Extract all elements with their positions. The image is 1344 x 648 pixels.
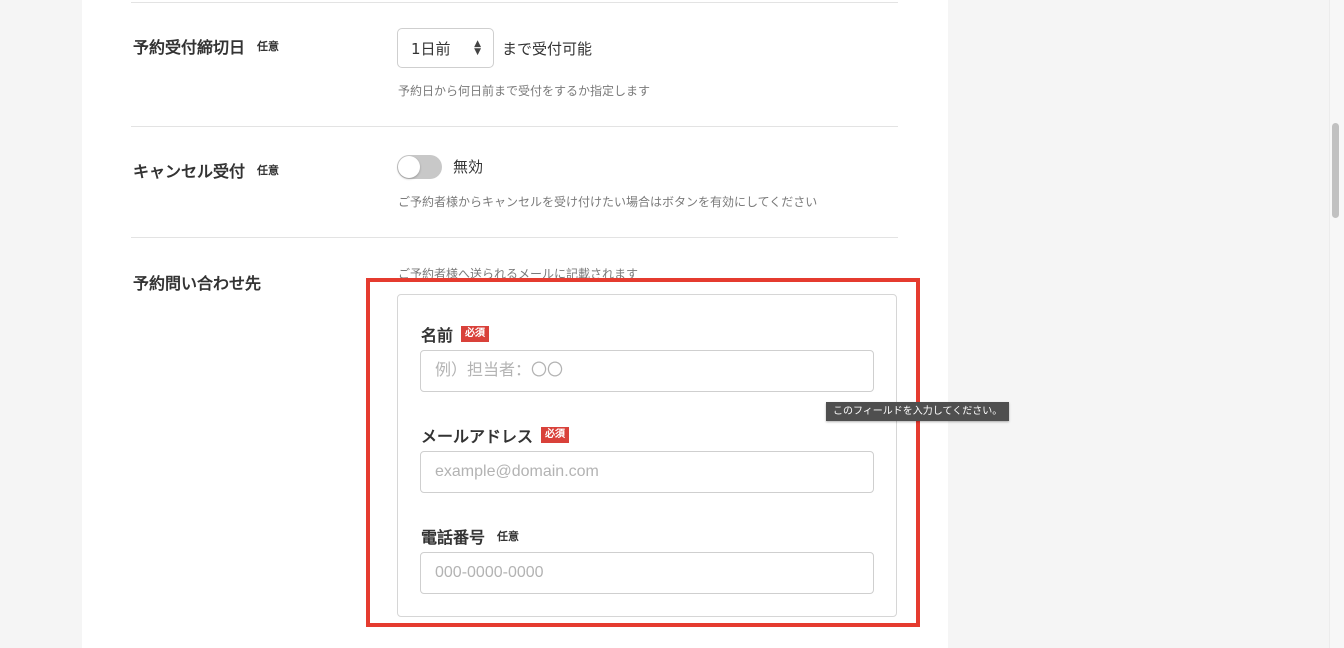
cancel-label-row: キャンセル受付 任意 <box>133 158 279 182</box>
required-badge: 必須 <box>461 326 490 342</box>
email-label-row: メールアドレス 必須 <box>421 423 570 447</box>
cancel-toggle[interactable] <box>397 155 442 179</box>
contact-label-row: 予約問い合わせ先 <box>133 270 261 294</box>
name-input[interactable] <box>420 350 874 392</box>
cancel-label: キャンセル受付 <box>133 162 246 181</box>
deadline-label: 予約受付締切日 <box>133 38 246 57</box>
name-label: 名前 <box>421 326 454 345</box>
scrollbar-track[interactable] <box>1329 0 1344 648</box>
phone-label: 電話番号 <box>421 528 486 547</box>
section-divider <box>131 126 898 127</box>
toggle-knob <box>398 156 420 178</box>
email-input[interactable] <box>420 451 874 493</box>
cancel-toggle-state: 無効 <box>453 158 484 176</box>
validation-tooltip: このフィールドを入力してください。 <box>826 402 1010 421</box>
deadline-suffix: まで受付可能 <box>502 40 593 58</box>
name-label-row: 名前 必須 <box>421 322 490 346</box>
optional-badge: 任意 <box>257 40 280 53</box>
deadline-select-value: 1日前 <box>411 39 451 58</box>
contact-help: ご予約者様へ送られるメールに記載されます <box>398 267 639 281</box>
optional-badge: 任意 <box>497 530 520 543</box>
scrollbar-thumb[interactable] <box>1332 123 1339 218</box>
cancel-help: ご予約者様からキャンセルを受け付けたい場合はボタンを有効にしてください <box>398 195 818 209</box>
contact-label: 予約問い合わせ先 <box>133 274 262 293</box>
email-label: メールアドレス <box>421 427 534 446</box>
section-divider <box>131 2 898 3</box>
deadline-help: 予約日から何日前まで受付をするか指定します <box>398 84 651 98</box>
phone-label-row: 電話番号 任意 <box>421 524 519 548</box>
required-badge: 必須 <box>541 427 570 443</box>
deadline-select[interactable]: 1日前 ▲ ▼ <box>397 28 494 68</box>
optional-badge: 任意 <box>257 164 280 177</box>
select-arrows-icon: ▲ ▼ <box>474 39 481 57</box>
phone-input[interactable] <box>420 552 874 594</box>
deadline-label-row: 予約受付締切日 任意 <box>133 34 279 58</box>
section-divider <box>131 237 898 238</box>
